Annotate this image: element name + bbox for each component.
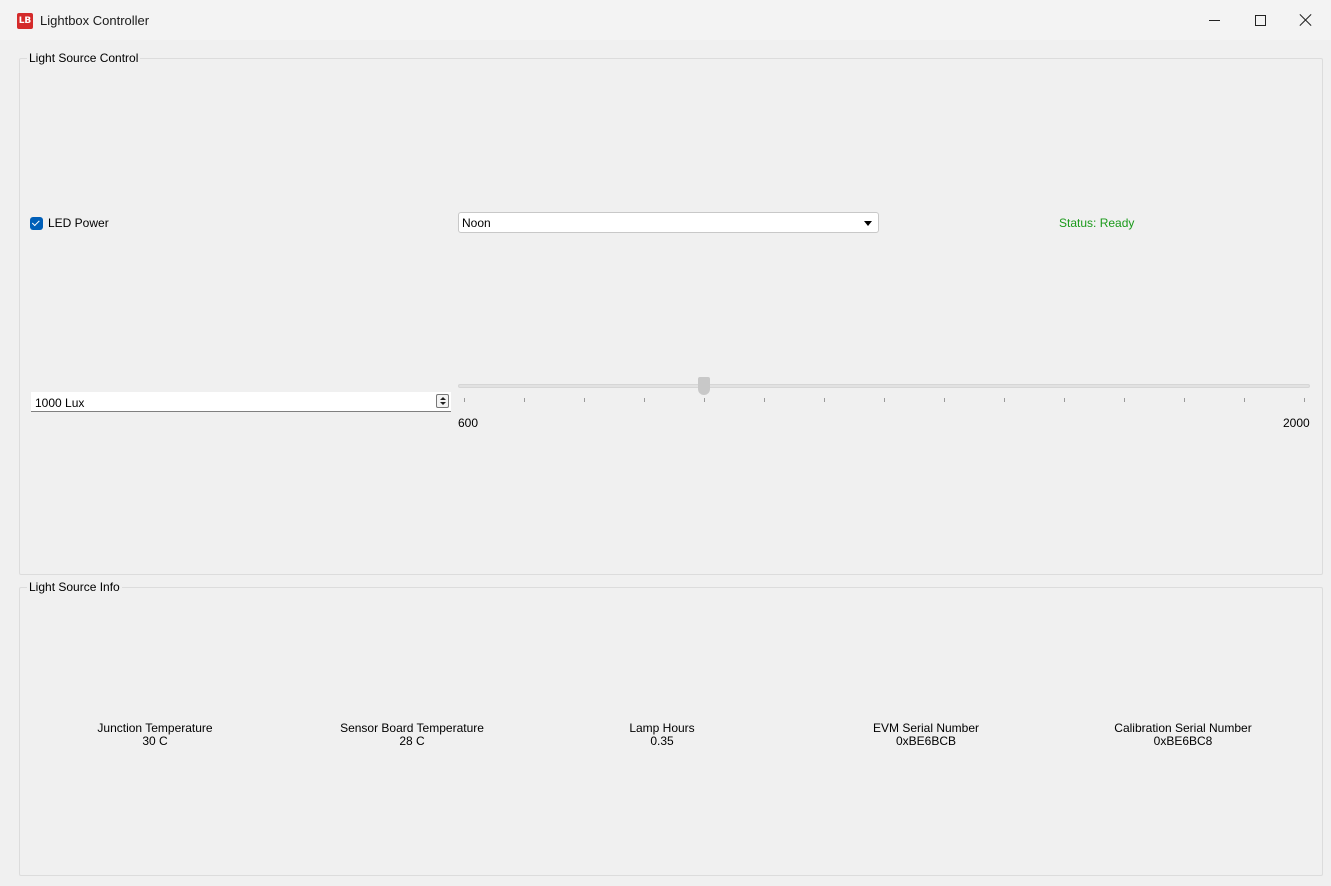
slider-tick (944, 398, 945, 402)
slider-tick (644, 398, 645, 402)
light-source-control-group: Light Source Control (19, 51, 1323, 575)
slider-max-label: 2000 (1283, 416, 1310, 430)
maximize-icon (1254, 14, 1266, 26)
lux-slider[interactable] (458, 375, 1310, 415)
checkmark-icon (31, 218, 40, 227)
lux-spinbox[interactable]: 1000 Lux (31, 392, 451, 412)
slider-track[interactable] (458, 384, 1310, 388)
spin-down-icon[interactable] (440, 402, 446, 405)
slider-tick (704, 398, 705, 402)
mode-dropdown[interactable]: Noon (458, 212, 879, 233)
slider-tick (764, 398, 765, 402)
close-icon (1299, 13, 1313, 27)
minimize-icon (1208, 19, 1220, 21)
lux-spinbox-value[interactable]: 1000 Lux (35, 396, 84, 410)
slider-tick (1124, 398, 1125, 402)
slider-tick (824, 398, 825, 402)
info-value: 0.35 (650, 734, 674, 748)
slider-min-label: 600 (458, 416, 479, 430)
group-title-control: Light Source Control (27, 51, 141, 65)
slider-tick (524, 398, 525, 402)
group-title-info: Light Source Info (27, 580, 122, 594)
slider-tick (1244, 398, 1245, 402)
window-title: Lightbox Controller (40, 13, 150, 28)
title-bar[interactable]: LB Lightbox Controller (0, 0, 1331, 40)
info-value: 28 C (399, 734, 425, 748)
checkbox-checked-icon[interactable] (30, 216, 43, 230)
slider-tick (584, 398, 585, 402)
slider-handle[interactable] (698, 377, 710, 395)
close-button[interactable] (1283, 0, 1329, 40)
slider-tick (1004, 398, 1005, 402)
led-power-checkbox[interactable]: LED Power (30, 216, 109, 230)
mode-dropdown-value: Noon (462, 216, 491, 230)
led-power-label[interactable]: LED Power (48, 216, 109, 230)
info-value: 30 C (142, 734, 168, 748)
status-text: Status: Ready (1059, 216, 1135, 230)
spin-up-icon[interactable] (440, 397, 446, 400)
info-sensor-board-temperature: Sensor Board Temperature 28 C (292, 722, 532, 748)
slider-tick (1064, 398, 1065, 402)
chevron-down-icon (864, 221, 872, 226)
info-calibration-serial-number: Calibration Serial Number 0xBE6BC8 (1063, 722, 1303, 748)
slider-tick (884, 398, 885, 402)
info-value: 0xBE6BC8 (1153, 734, 1213, 748)
slider-tick (1184, 398, 1185, 402)
info-value: 0xBE6BCB (895, 734, 957, 748)
slider-tick (1304, 398, 1305, 402)
slider-tick (464, 398, 465, 402)
maximize-button[interactable] (1237, 0, 1283, 40)
info-lamp-hours: Lamp Hours 0.35 (542, 722, 782, 748)
info-junction-temperature: Junction Temperature 30 C (35, 722, 275, 748)
app-icon: LB (17, 13, 33, 29)
spin-updown-button[interactable] (436, 394, 449, 408)
minimize-button[interactable] (1191, 0, 1237, 40)
info-evm-serial-number: EVM Serial Number 0xBE6BCB (806, 722, 1046, 748)
app-window: LB Lightbox Controller Light Source Cont… (0, 0, 1331, 886)
